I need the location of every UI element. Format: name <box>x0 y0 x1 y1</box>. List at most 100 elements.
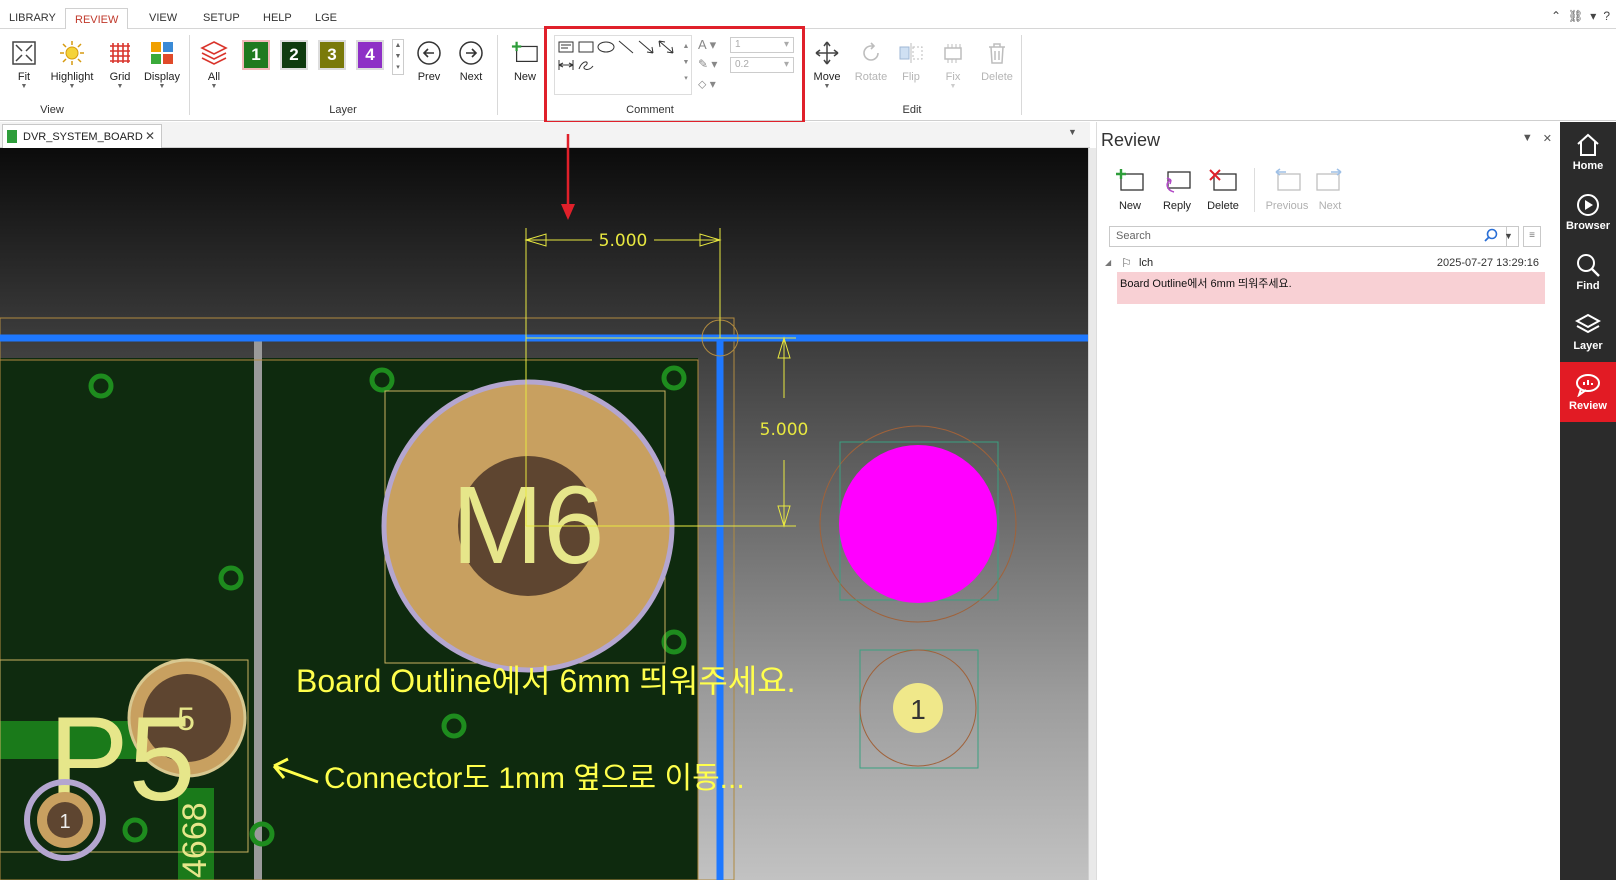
review-reply-button[interactable]: Reply <box>1159 166 1195 212</box>
menu-tab-help[interactable]: HELP <box>254 7 301 29</box>
group-label-view: View <box>40 104 64 116</box>
flag-icon: ⚐ <box>1121 256 1132 270</box>
move-button[interactable]: Move ▼ <box>812 39 842 91</box>
move-label: Move <box>813 71 841 83</box>
search-options-icon[interactable]: ≡ <box>1523 226 1541 247</box>
search-icon[interactable] <box>1484 228 1498 245</box>
pcb-canvas[interactable]: M6 5.000 5.000 1 5 P5 4668 1 Board Outli… <box>0 148 1088 880</box>
menu-tab-setup[interactable]: SETUP <box>194 7 249 29</box>
callout-arrow <box>561 134 575 220</box>
layer-scroll[interactable]: ▲ ▼ ▾ <box>392 39 404 75</box>
review-previous-label: Previous <box>1265 200 1309 212</box>
review-next-label: Next <box>1318 200 1342 212</box>
review-search-input[interactable]: Search <box>1109 226 1507 247</box>
nav-layer-label: Layer <box>1573 340 1603 352</box>
fix-button[interactable]: Fix ▼ <box>938 39 968 91</box>
flip-icon <box>897 39 925 67</box>
review-icon <box>1575 372 1601 398</box>
previous-comment-icon <box>1271 166 1303 196</box>
layer-1-button[interactable]: 1 <box>242 40 270 70</box>
layer-2-button[interactable]: 2 <box>280 40 308 70</box>
canvas-comment-2: Connector도 1mm 옆으로 이동... <box>324 762 745 795</box>
next-label: Next <box>459 71 483 83</box>
nav-review[interactable]: Review <box>1560 362 1616 422</box>
collapse-icon[interactable]: ◢ <box>1105 258 1111 267</box>
dropdown-icon[interactable]: ▾ <box>1590 9 1596 23</box>
review-previous-button[interactable]: Previous <box>1263 166 1311 212</box>
fit-button[interactable]: Fit ▼ <box>10 39 38 91</box>
next-comment-icon <box>1314 166 1346 196</box>
prev-layer-button[interactable]: Prev <box>414 39 444 83</box>
all-layers-button[interactable]: All ▼ <box>200 39 228 91</box>
rotate-icon <box>857 39 885 67</box>
layer-4-button[interactable]: 4 <box>356 40 384 70</box>
right-nav: Home Browser Find Layer Review <box>1560 122 1616 880</box>
close-tab-icon[interactable]: ✕ <box>145 129 155 143</box>
menu-tab-review[interactable]: REVIEW <box>65 8 129 30</box>
entry-author: lch <box>1139 257 1154 269</box>
add-comment-icon <box>511 39 539 67</box>
layers-icon <box>1575 312 1601 338</box>
canvas-scrollbar[interactable] <box>1088 148 1096 880</box>
review-delete-button[interactable]: Delete <box>1203 166 1243 212</box>
layer-3-button[interactable]: 3 <box>318 40 346 70</box>
flip-label: Flip <box>902 71 920 83</box>
display-icon <box>148 39 176 67</box>
layers-stack-icon <box>200 39 228 67</box>
next-layer-button[interactable]: Next <box>456 39 486 83</box>
link-icon[interactable]: ⛓ <box>1568 9 1583 23</box>
document-tab-title: DVR_SYSTEM_BOARD <box>23 130 143 143</box>
group-label-edit: Edit <box>902 104 922 116</box>
entry-text: Board Outline에서 6mm 띄워주세요. <box>1117 272 1545 304</box>
vertical-text: 4668 <box>176 802 214 878</box>
delete-button[interactable]: Delete <box>978 39 1016 83</box>
menu-tab-library[interactable]: LIBRARY <box>0 7 65 29</box>
reply-icon <box>1161 166 1193 196</box>
rotate-button[interactable]: Rotate <box>852 39 890 83</box>
browser-icon <box>1575 192 1601 218</box>
flip-button[interactable]: Flip <box>896 39 926 83</box>
nav-home[interactable]: Home <box>1560 122 1616 182</box>
menu-tab-lge[interactable]: LGE <box>306 7 346 29</box>
nav-home-label: Home <box>1572 160 1604 172</box>
highlight-button[interactable]: Highlight ▼ <box>46 39 98 91</box>
tab-list-dropdown-icon[interactable]: ▼ <box>1068 127 1077 137</box>
fix-chip-icon <box>939 39 967 67</box>
new-comment-button[interactable]: New <box>508 39 542 83</box>
nav-browser[interactable]: Browser <box>1560 182 1616 242</box>
review-new-label: New <box>1118 200 1141 212</box>
delete-label: Delete <box>981 71 1013 83</box>
document-tab[interactable]: DVR_SYSTEM_BOARD ✕ <box>2 124 162 148</box>
nav-browser-label: Browser <box>1565 220 1611 232</box>
help-icon[interactable]: ? <box>1603 9 1610 23</box>
nav-layer[interactable]: Layer <box>1560 302 1616 362</box>
nav-find-label: Find <box>1576 280 1600 292</box>
delete-comment-icon <box>1207 166 1239 196</box>
add-comment-icon <box>1114 166 1146 196</box>
search-icon <box>1575 252 1601 278</box>
menu-tab-view[interactable]: VIEW <box>140 7 186 29</box>
ribbon: Fit ▼ Highlight ▼ Grid ▼ Display ▼ View … <box>0 29 1616 121</box>
entry-date: 2025-07-27 13:29:16 <box>1436 257 1539 269</box>
grid-button[interactable]: Grid ▼ <box>106 39 134 91</box>
move-icon <box>813 39 841 67</box>
panel-menu-icon[interactable]: ▼ <box>1522 132 1533 145</box>
review-entry[interactable]: ◢ ⚐ lch 2025-07-27 13:29:16 Board Outlin… <box>1105 256 1545 304</box>
display-button[interactable]: Display ▼ <box>142 39 182 91</box>
connector-pin-label: 1 <box>59 811 70 833</box>
fit-label: Fit <box>17 71 31 83</box>
fit-icon <box>10 39 38 67</box>
review-next-button[interactable]: Next <box>1313 166 1347 212</box>
review-new-button[interactable]: New <box>1113 166 1147 212</box>
menu-bar: LIBRARY REVIEW VIEW SETUP HELP LGE ⌃ ⛓ ▾… <box>0 0 1616 30</box>
window-controls: ⌃ ⛓ ▾ ? <box>1551 9 1610 23</box>
panel-close-icon[interactable]: ✕ <box>1543 132 1552 145</box>
review-panel-title: Review <box>1101 130 1161 150</box>
search-filter-dropdown-icon[interactable]: ▼ <box>1499 226 1519 247</box>
comment-group-highlight <box>544 26 805 124</box>
collapse-ribbon-icon[interactable]: ⌃ <box>1551 9 1561 23</box>
rotate-label: Rotate <box>854 71 888 83</box>
nav-find[interactable]: Find <box>1560 242 1616 302</box>
display-label: Display <box>143 71 181 83</box>
arrow-left-circle-icon <box>415 39 443 67</box>
